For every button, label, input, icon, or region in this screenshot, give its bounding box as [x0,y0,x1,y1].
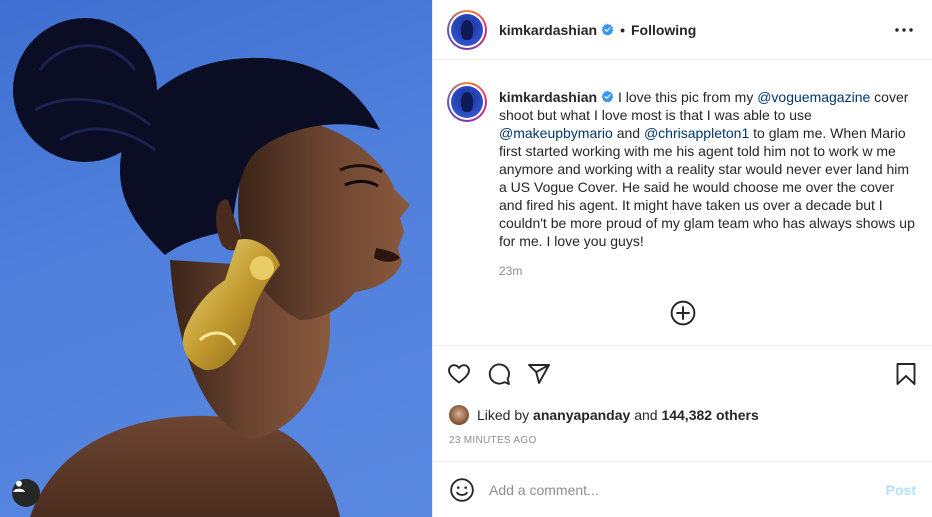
share-icon [528,363,550,384]
verified-badge-icon [601,90,614,103]
caption-username[interactable]: kimkardashian [499,89,597,105]
likes-middle: and [634,407,658,423]
likes-count[interactable]: 144,382 others [661,407,758,423]
verified-badge-icon [601,23,614,36]
comment-button[interactable] [487,362,511,386]
post-image[interactable] [0,0,432,517]
share-button[interactable] [527,362,551,386]
mention-link[interactable]: @chrisappleton1 [644,125,749,141]
comments-section: kimkardashian I love this pic from my @v… [433,60,932,345]
post-details-panel: kimkardashian • Following kimkardashian … [432,0,932,517]
user-tag-icon [13,480,25,492]
avatar[interactable] [447,9,487,50]
action-bar [433,345,932,401]
caption-time: 23m [499,264,523,278]
liker-avatar[interactable] [449,405,469,425]
author-username[interactable]: kimkardashian [499,22,597,38]
heart-icon [448,363,470,383]
add-comment-bar: Post [433,461,932,517]
caption-avatar[interactable] [447,82,487,122]
caption-seg: to glam me. When Mario first started wor… [499,125,915,249]
caption-seg: and [612,125,644,141]
mention-link[interactable]: @voguemagazine [757,89,870,105]
more-options-button[interactable] [890,16,918,44]
caption-text: kimkardashian I love this pic from my @v… [499,88,916,250]
bookmark-icon [896,362,916,385]
caption-seg: I love this pic from my [614,89,758,105]
mention-link[interactable]: @makeupbymario [499,125,613,141]
post-header: kimkardashian • Following [433,0,932,60]
portrait-illustration [13,18,410,517]
plus-circle-icon[interactable] [670,300,696,326]
save-button[interactable] [894,362,918,386]
liker-username[interactable]: ananyapanday [533,407,630,423]
likes-prefix: Liked by [477,407,530,423]
comment-input[interactable] [489,481,886,498]
post-timestamp[interactable]: 23 MINUTES AGO [433,429,932,461]
following-button[interactable]: Following [631,22,696,38]
comment-icon [488,363,510,385]
more-options-icon [895,27,913,32]
instagram-post: kimkardashian • Following kimkardashian … [0,0,932,517]
likes-summary: Liked by ananyapanday and 144,382 others [433,401,932,429]
like-button[interactable] [447,362,471,386]
tagged-users-button[interactable] [12,479,40,507]
separator-dot: • [620,21,625,38]
caption-row: kimkardashian I love this pic from my @v… [447,82,916,250]
smiley-icon[interactable] [449,477,475,503]
post-comment-button[interactable]: Post [886,482,916,498]
